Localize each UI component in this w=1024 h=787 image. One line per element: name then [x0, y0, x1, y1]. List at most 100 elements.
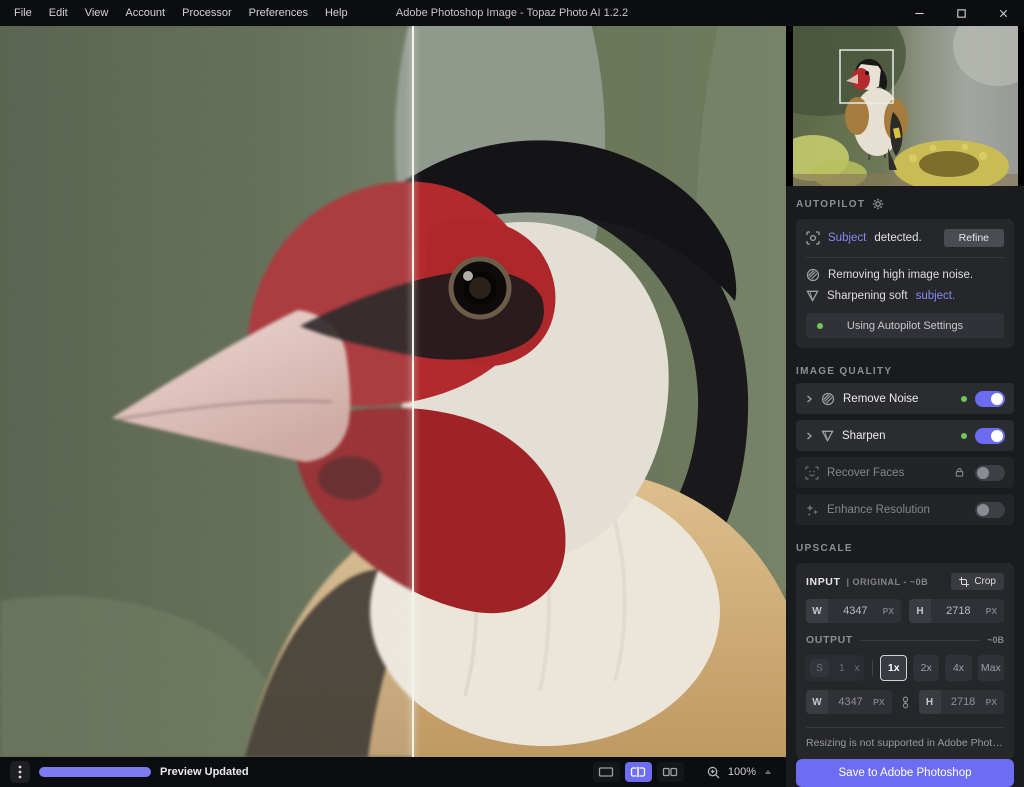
zoom-level[interactable]: 100%	[728, 766, 756, 778]
status-menu-button[interactable]	[10, 761, 30, 783]
menu-account[interactable]: Account	[125, 7, 165, 19]
enhance-resolution-icon	[805, 503, 819, 517]
side-by-side-view-button[interactable]	[657, 762, 684, 782]
output-width-field[interactable]: W 4347 PX	[806, 690, 892, 714]
crop-label: Crop	[974, 576, 996, 587]
output-dimensions: W 4347 PX H 2718 PX	[806, 690, 1004, 714]
subject-link[interactable]: Subject	[828, 232, 866, 244]
menu-preferences[interactable]: Preferences	[249, 7, 308, 19]
recover-faces-icon	[805, 466, 819, 480]
width-label: W	[806, 599, 828, 623]
recover-faces-row[interactable]: Recover Faces	[796, 457, 1014, 488]
menu-view[interactable]: View	[85, 7, 109, 19]
close-button[interactable]	[996, 6, 1010, 20]
sidebar-content: AUTOPILOT Subject detected. Refine	[786, 186, 1024, 787]
output-height-field[interactable]: H 2718 PX	[919, 690, 1005, 714]
maximize-button[interactable]	[954, 6, 968, 20]
topaz-photo-ai-window: File Edit View Account Processor Prefere…	[0, 0, 1024, 787]
output-line	[861, 640, 979, 641]
chevron-right-icon[interactable]	[805, 395, 813, 403]
navigator[interactable]	[786, 26, 1024, 186]
crop-button[interactable]: Crop	[951, 573, 1004, 590]
menu-edit[interactable]: Edit	[49, 7, 68, 19]
output-header-row: OUTPUT ~0B	[806, 634, 1004, 646]
split-view-button[interactable]	[625, 762, 652, 782]
zoom-in-icon[interactable]	[707, 766, 720, 779]
subject-detect-icon	[806, 231, 820, 245]
height-label: H	[919, 690, 941, 714]
single-view-button[interactable]	[593, 762, 620, 782]
input-dimensions: W 4347 PX H 2718 PX	[806, 599, 1004, 623]
resize-note: Resizing is not supported in Adobe Photo…	[806, 737, 1004, 749]
dots-vertical-icon	[18, 765, 22, 779]
input-header-row: INPUT | ORIGINAL - ~0B Crop	[806, 573, 1004, 590]
scale-prefix: S	[810, 659, 829, 677]
refine-button[interactable]: Refine	[944, 229, 1004, 247]
remove-noise-active-dot	[961, 396, 967, 402]
scale-4x-button[interactable]: 4x	[945, 655, 971, 681]
zoom-controls: 100%	[707, 766, 772, 779]
sidebar: AUTOPILOT Subject detected. Refine	[786, 26, 1024, 787]
enhance-resolution-toggle[interactable]	[975, 502, 1005, 518]
gear-icon[interactable]	[872, 198, 884, 210]
output-height-value: 2718	[941, 696, 986, 708]
input-label: INPUT	[806, 576, 841, 588]
remove-noise-toggle[interactable]	[975, 391, 1005, 407]
split-view-divider[interactable]	[412, 26, 414, 757]
window-controls	[912, 6, 1010, 20]
remove-noise-row[interactable]: Remove Noise	[796, 383, 1014, 414]
sharpen-subject-link[interactable]: subject.	[916, 290, 956, 302]
menu-help[interactable]: Help	[325, 7, 348, 19]
scale-1x-button[interactable]: 1x	[880, 655, 907, 681]
autopilot-header-label: AUTOPILOT	[796, 199, 865, 210]
close-icon	[998, 8, 1009, 19]
image-preview-canvas[interactable]	[0, 26, 786, 757]
input-height-field[interactable]: H 2718 PX	[909, 599, 1004, 623]
sharpen-toggle[interactable]	[975, 428, 1005, 444]
sharpen-label: Sharpen	[842, 430, 885, 442]
scale-max-button[interactable]: Max	[978, 655, 1004, 681]
px-unit: PX	[986, 606, 1004, 616]
remove-noise-label: Remove Noise	[843, 393, 918, 405]
subject-detected-row: Subject detected. Refine	[806, 229, 1004, 247]
view-mode-group	[593, 762, 684, 782]
width-label: W	[806, 690, 828, 714]
navigator-thumbnail	[793, 26, 1018, 186]
crop-icon	[959, 577, 969, 587]
minimize-button[interactable]	[912, 6, 926, 20]
input-width-value: 4347	[828, 605, 883, 617]
recover-faces-toggle[interactable]	[975, 465, 1005, 481]
noise-icon	[806, 268, 820, 282]
sharpen-row[interactable]: Sharpen	[796, 420, 1014, 451]
sharpen-active-dot	[961, 433, 967, 439]
maximize-icon	[956, 8, 967, 19]
image-quality-header-label: IMAGE QUALITY	[796, 366, 892, 377]
sharpen-status-text: Sharpening soft	[827, 290, 908, 302]
upscale-divider	[806, 727, 1004, 728]
menu-processor[interactable]: Processor	[182, 7, 232, 19]
autopilot-card: Subject detected. Refine Removing high i…	[796, 219, 1014, 348]
save-to-photoshop-button[interactable]: Save to Adobe Photoshop	[796, 759, 1014, 787]
autopilot-divider	[806, 257, 1004, 258]
menu-file[interactable]: File	[14, 7, 32, 19]
scale-value[interactable]: 1	[839, 663, 845, 674]
custom-scale-field[interactable]: S 1 x	[806, 655, 864, 681]
link-dimensions-icon[interactable]	[900, 696, 911, 709]
chevron-right-icon[interactable]	[805, 432, 813, 440]
scale-row: S 1 x 1x 2x 4x Max	[806, 655, 1004, 681]
scale-2x-button[interactable]: 2x	[913, 655, 939, 681]
status-text: Preview Updated	[160, 766, 249, 778]
px-unit: PX	[873, 697, 891, 707]
upscale-header: UPSCALE	[796, 543, 1014, 554]
zoom-caret-up-icon[interactable]	[764, 769, 772, 775]
autopilot-settings-button[interactable]: Using Autopilot Settings	[806, 313, 1004, 338]
lock-icon	[954, 467, 965, 478]
input-width-field[interactable]: W 4347 PX	[806, 599, 901, 623]
autopilot-header: AUTOPILOT	[796, 198, 1014, 210]
upscale-card: INPUT | ORIGINAL - ~0B Crop W 4347 PX	[796, 563, 1014, 759]
side-by-side-icon	[662, 766, 678, 778]
input-height-value: 2718	[931, 605, 986, 617]
image-quality-header: IMAGE QUALITY	[796, 366, 1014, 377]
output-size: ~0B	[987, 635, 1004, 645]
enhance-resolution-row[interactable]: Enhance Resolution	[796, 494, 1014, 525]
